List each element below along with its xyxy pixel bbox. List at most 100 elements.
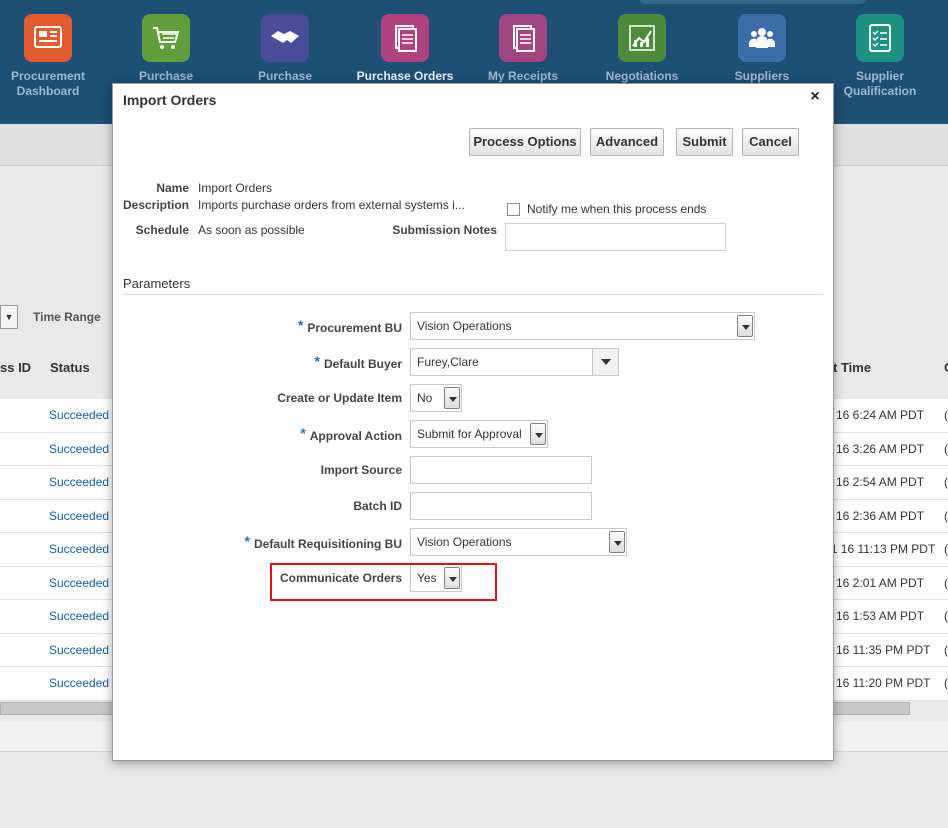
edge-cell: ( bbox=[944, 475, 948, 489]
edge-cell: ( bbox=[944, 441, 948, 456]
receipt-icon bbox=[499, 14, 547, 62]
default-buyer-label: * Default Buyer bbox=[314, 353, 402, 371]
global-search-bar[interactable] bbox=[638, 0, 868, 4]
default-buyer-select[interactable]: Furey,Clare bbox=[410, 348, 619, 376]
status-link[interactable]: Succeeded bbox=[49, 408, 109, 422]
highlight-box bbox=[270, 563, 497, 601]
edge-cell: ( bbox=[944, 642, 948, 657]
batch-id-label: Batch ID bbox=[353, 499, 402, 513]
time-cell: 16 1:53 AM PDT bbox=[836, 609, 925, 623]
checklist-icon bbox=[856, 14, 904, 62]
nav-label: Purchase bbox=[138, 69, 194, 83]
chevron-down-icon[interactable] bbox=[609, 531, 625, 553]
nav-label: Supplier Qualification bbox=[843, 69, 917, 98]
process-options-button[interactable]: Process Options bbox=[469, 128, 581, 156]
import-source-label: Import Source bbox=[320, 463, 402, 477]
nav-label: Purchase bbox=[257, 69, 313, 83]
time-cell: 16 6:24 AM PDT bbox=[836, 408, 925, 422]
required-marker: * bbox=[300, 425, 306, 441]
negotiation-chart-icon bbox=[618, 14, 666, 62]
nav-label: Purchase Orders bbox=[356, 69, 454, 83]
chevron-down-icon[interactable] bbox=[592, 349, 618, 375]
parameters-section-title: Parameters bbox=[123, 276, 191, 291]
cancel-button[interactable]: Cancel bbox=[742, 128, 799, 156]
advanced-button[interactable]: Advanced bbox=[590, 128, 664, 156]
notify-checkbox[interactable] bbox=[507, 203, 520, 216]
chevron-down-icon[interactable] bbox=[444, 387, 460, 409]
edge-cell: ( bbox=[944, 408, 948, 422]
default-requisitioning-bu-label: * Default Requisitioning BU bbox=[244, 533, 402, 551]
section-divider bbox=[123, 294, 823, 295]
nav-item-supplier-qualification[interactable]: Supplier Qualification bbox=[821, 14, 939, 99]
close-icon[interactable]: × bbox=[807, 89, 823, 105]
import-source-field[interactable] bbox=[410, 456, 592, 484]
chevron-down-icon[interactable] bbox=[737, 315, 753, 337]
approval-action-value: Submit for Approval bbox=[417, 427, 522, 441]
column-header-edge[interactable]: C bbox=[944, 360, 948, 375]
shopping-cart-icon bbox=[142, 14, 190, 62]
nav-item-purchase-orders[interactable]: Purchase Orders bbox=[346, 14, 464, 84]
procurement-bu-label: * Procurement BU bbox=[297, 317, 402, 335]
nav-item-procurement-dashboard[interactable]: Procurement Dashboard bbox=[0, 14, 107, 99]
column-header-time[interactable]: t Time bbox=[833, 360, 871, 375]
status-link[interactable]: Succeeded bbox=[49, 509, 109, 523]
status-link[interactable]: Succeeded bbox=[49, 475, 109, 489]
time-cell: 16 2:01 AM PDT bbox=[836, 575, 925, 590]
submission-notes-label: Submission Notes bbox=[392, 223, 497, 237]
description-value: Imports purchase orders from external sy… bbox=[198, 198, 465, 212]
create-or-update-item-label: Create or Update Item bbox=[277, 391, 402, 405]
nav-item-purchase-agreements[interactable]: Purchase bbox=[226, 14, 344, 84]
nav-item-suppliers[interactable]: Suppliers bbox=[703, 14, 821, 84]
approval-action-label: * Approval Action bbox=[300, 425, 402, 443]
required-marker: * bbox=[297, 317, 304, 333]
column-header-status[interactable]: Status bbox=[50, 360, 90, 375]
time-cell: 16 2:36 AM PDT bbox=[836, 508, 925, 523]
approval-action-select[interactable]: Submit for Approval bbox=[410, 420, 548, 448]
required-marker: * bbox=[244, 533, 250, 549]
batch-id-field[interactable] bbox=[410, 492, 592, 520]
time-cell: 16 11:35 PM PDT bbox=[836, 642, 931, 657]
dialog-title: Import Orders bbox=[123, 92, 217, 108]
time-cell: 11 16 11:13 PM PDT bbox=[825, 542, 936, 556]
submit-button[interactable]: Submit bbox=[676, 128, 733, 156]
edge-cell: ( bbox=[944, 676, 948, 690]
edge-cell: ( bbox=[944, 609, 948, 623]
create-or-update-item-select[interactable]: No bbox=[410, 384, 462, 412]
nav-item-purchase-requisitions[interactable]: Purchase bbox=[107, 14, 225, 84]
procurement-bu-select[interactable]: Vision Operations bbox=[410, 312, 755, 340]
column-header-process-id[interactable]: ss ID bbox=[0, 360, 31, 375]
name-label: Name bbox=[156, 181, 189, 195]
status-link[interactable]: Succeeded bbox=[49, 643, 109, 657]
status-link[interactable]: Succeeded bbox=[49, 676, 109, 690]
default-requisitioning-bu-value: Vision Operations bbox=[417, 535, 512, 549]
handshake-icon bbox=[261, 14, 309, 62]
create-or-update-item-value: No bbox=[417, 391, 433, 405]
time-cell: 16 2:54 AM PDT bbox=[836, 475, 925, 489]
filter-dropdown[interactable]: ▼ bbox=[0, 305, 18, 329]
time-cell: 16 11:20 PM PDT bbox=[836, 676, 931, 690]
status-link[interactable]: Succeeded bbox=[49, 576, 109, 590]
nav-item-my-receipts[interactable]: My Receipts bbox=[464, 14, 582, 84]
notify-label: Notify me when this process ends bbox=[527, 202, 707, 216]
edge-cell: ( bbox=[944, 542, 948, 556]
documents-icon bbox=[381, 14, 429, 62]
schedule-label: Schedule bbox=[135, 223, 189, 237]
time-cell: 16 3:26 AM PDT bbox=[836, 441, 925, 456]
name-value: Import Orders bbox=[198, 181, 273, 195]
description-label: Description bbox=[122, 198, 189, 212]
schedule-value: As soon as possible bbox=[198, 223, 305, 237]
status-link[interactable]: Succeeded bbox=[49, 442, 109, 456]
status-link[interactable]: Succeeded bbox=[49, 609, 109, 623]
nav-label: Procurement Dashboard bbox=[10, 69, 86, 98]
default-buyer-value: Furey,Clare bbox=[417, 355, 479, 369]
nav-label: Suppliers bbox=[734, 69, 790, 83]
edge-cell: ( bbox=[944, 575, 948, 590]
default-requisitioning-bu-select[interactable]: Vision Operations bbox=[410, 528, 627, 556]
nav-label: Negotiations bbox=[605, 69, 679, 83]
dashboard-icon bbox=[24, 14, 72, 62]
submission-notes-field[interactable] bbox=[505, 223, 726, 251]
people-icon bbox=[738, 14, 786, 62]
status-link[interactable]: Succeeded bbox=[49, 542, 109, 556]
chevron-down-icon[interactable] bbox=[530, 423, 546, 445]
nav-item-negotiations[interactable]: Negotiations bbox=[583, 14, 701, 84]
